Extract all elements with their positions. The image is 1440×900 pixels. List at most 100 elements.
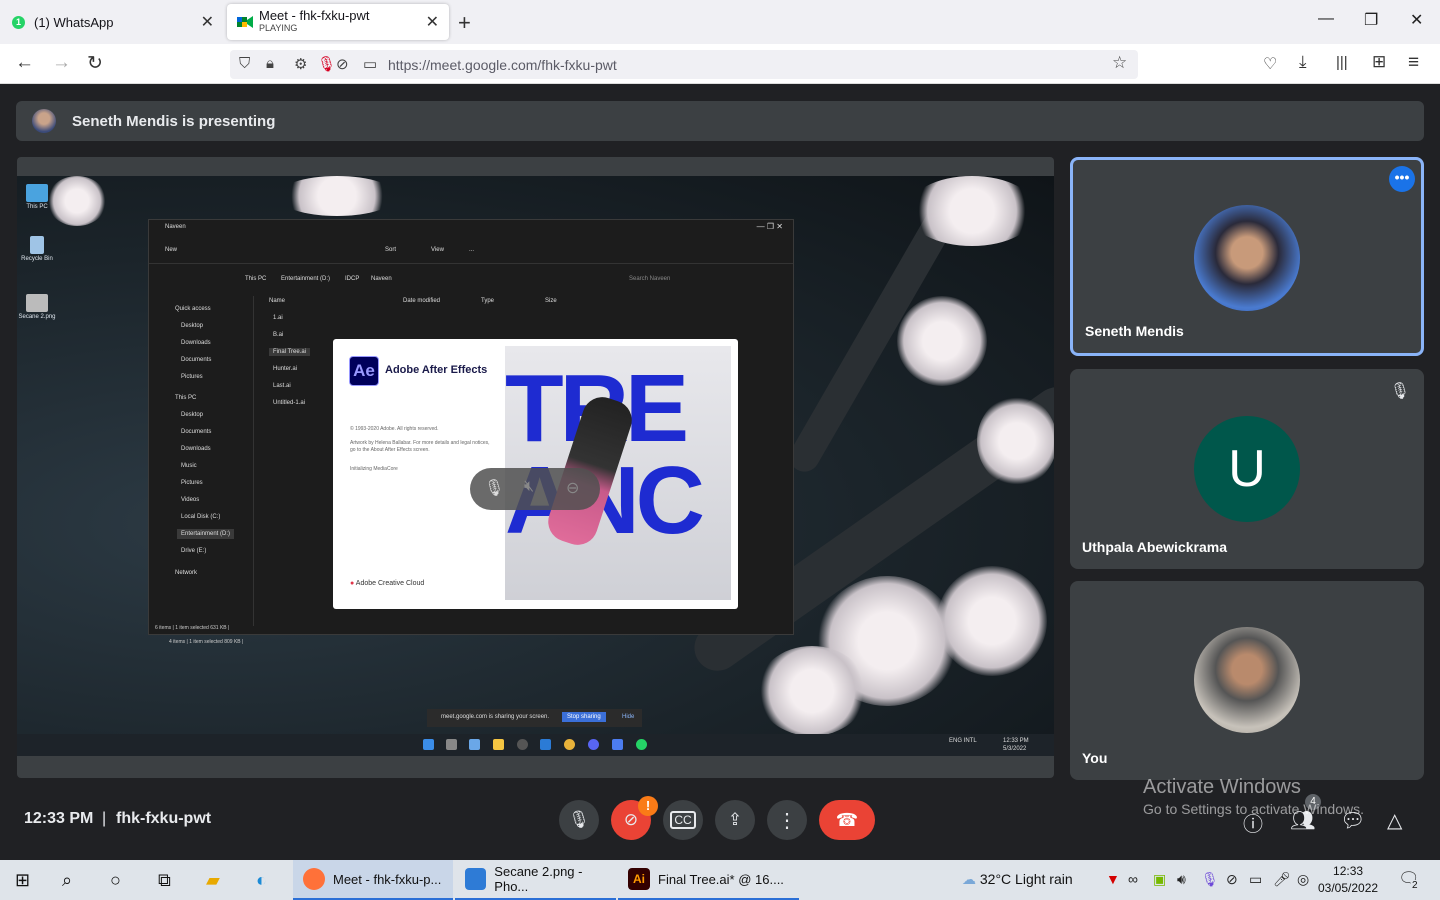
volume-icon[interactable]: 🔊︎: [1177, 871, 1186, 888]
participant-tile-seneth[interactable]: ••• Seneth Mendis: [1070, 157, 1424, 356]
library-icon[interactable]: |||: [1336, 54, 1348, 71]
notification-count: 2: [1410, 880, 1420, 891]
avatar: [32, 109, 56, 133]
sidebar-item: Drive (E:): [181, 548, 207, 554]
taskbar-app-illustrator[interactable]: Ai Final Tree.ai* @ 16....: [618, 860, 799, 900]
explorer-status: 6 items | 1 item selected 631 KB |: [155, 625, 230, 631]
explorer-title: Naveen: [165, 224, 186, 230]
media-icon: [517, 739, 528, 750]
participant-tile-uthpala[interactable]: U 🎙︎ Uthpala Abewickrama: [1070, 369, 1424, 569]
separator: |: [102, 810, 107, 827]
activation-title: Activate Windows: [1143, 776, 1301, 798]
sidebar-item: This PC: [175, 395, 197, 401]
sidebar-item: Desktop: [181, 412, 204, 418]
presentation-stage[interactable]: This PC Recycle Bin Secane 2.png Naveen …: [17, 157, 1054, 778]
bookmark-star-icon[interactable]: ☆: [1112, 53, 1127, 73]
desktop-icon-this-pc[interactable]: This PC: [17, 184, 57, 210]
new-button: New: [165, 247, 178, 253]
desktop-icon-label: This PC: [26, 204, 48, 210]
presenter-overlay-controls: 🎙︎ 🔇︎ ⊖: [470, 468, 600, 510]
back-icon[interactable]: ←: [15, 52, 34, 74]
tab-meet[interactable]: Meet - fhk-fxku-pwt PLAYING ✕: [227, 4, 449, 40]
clock-time: 12:33: [1333, 864, 1364, 878]
present-icon: ⇪: [727, 810, 743, 829]
call-end-icon: ☎: [835, 809, 859, 830]
sort-button: Sort: [385, 247, 397, 253]
display-icon[interactable]: ▭: [1249, 871, 1262, 888]
close-tab-icon[interactable]: ✕: [201, 12, 214, 32]
whatsapp-icon: 1: [12, 15, 25, 29]
search-icon[interactable]: ⌕: [62, 870, 72, 891]
navigation-bar: ← → ↻ ⛉ 🔒︎ ⚙ 🎙︎ ⊘ ▭ https://meet.google.…: [0, 44, 1440, 84]
nvidia-icon[interactable]: ▣: [1153, 871, 1166, 888]
camera-tray-icon[interactable]: ◎: [1297, 871, 1309, 888]
sidebar-item: Network: [175, 570, 198, 576]
sidebar-item: Local Disk (C:): [181, 514, 221, 520]
shield-icon[interactable]: ⛉: [239, 55, 250, 72]
address-bar[interactable]: ⛉ 🔒︎ ⚙ 🎙︎ ⊘ ▭ https://meet.google.com/fh…: [230, 50, 1138, 79]
start-icon[interactable]: ⊞: [15, 870, 30, 891]
minimize-icon[interactable]: —: [1318, 10, 1334, 28]
captions-button[interactable]: CC: [663, 800, 703, 840]
taskbar-clock[interactable]: 12:33 03/05/2022: [1318, 863, 1378, 897]
task-view-icon[interactable]: ⧉: [158, 870, 171, 891]
close-window-icon[interactable]: ✕: [1410, 10, 1423, 30]
sidebar-item: Quick access: [175, 306, 211, 312]
remove-icon: ⊖: [566, 480, 580, 497]
leave-call-button[interactable]: ☎: [819, 800, 875, 840]
close-tab-icon[interactable]: ✕: [426, 12, 439, 32]
mic-tray-icon[interactable]: 🎙︎: [1201, 871, 1219, 888]
url-text[interactable]: https://meet.google.com/fhk-fxku-pwt: [388, 57, 617, 73]
microphone-tray-icon[interactable]: 🎤︎: [1273, 871, 1291, 888]
taskbar-app-photos[interactable]: Secane 2.png - Pho...: [455, 860, 616, 900]
blossom: [907, 176, 1037, 246]
download-icon[interactable]: ⤓: [1299, 52, 1307, 72]
rain-icon: ☁: [962, 871, 976, 887]
sidebar-item: Documents: [181, 429, 212, 435]
microphone-button[interactable]: 🎙︎: [559, 800, 599, 840]
explorer-window-controls: — ❐ ✕: [756, 222, 783, 231]
maximize-icon[interactable]: ❐: [1364, 10, 1378, 30]
sidebar-item: Desktop: [181, 323, 204, 329]
volume-off-icon: 🔇︎: [524, 478, 535, 495]
cortana-icon[interactable]: ○: [110, 870, 121, 891]
desktop-icon-recycle-bin[interactable]: Recycle Bin: [17, 236, 57, 262]
sidebar-item: Pictures: [181, 374, 203, 380]
extension-icon[interactable]: ⊞: [1372, 52, 1386, 72]
file-row: Last.ai: [273, 383, 291, 389]
edge-icon[interactable]: ◐: [256, 870, 267, 891]
stop-sharing-button: Stop sharing: [562, 712, 606, 722]
taskbar-app-firefox[interactable]: Meet - fhk-fxku-p...: [293, 860, 453, 900]
present-now-button[interactable]: ⇪: [715, 800, 755, 840]
permissions-icon[interactable]: ⚙: [294, 55, 307, 73]
activation-subtitle: Go to Settings to activate Windows.: [1143, 801, 1364, 817]
more-options-button[interactable]: ⋮: [767, 800, 807, 840]
file-explorer-icon[interactable]: ▰: [206, 870, 220, 891]
new-tab-button[interactable]: +: [458, 10, 471, 36]
forward-icon[interactable]: →: [52, 52, 71, 74]
illustrator-icon: Ai: [628, 868, 650, 890]
sidebar-item: Downloads: [181, 340, 211, 346]
autoplay-blocked-icon[interactable]: ⊘: [336, 55, 349, 73]
participant-tile-you[interactable]: You: [1070, 581, 1424, 780]
antivirus-icon[interactable]: ▼: [1106, 871, 1120, 887]
menu-icon[interactable]: ≡: [1408, 52, 1419, 74]
lock-icon[interactable]: 🔒︎: [266, 55, 274, 72]
activities-icon[interactable]: △: [1387, 808, 1402, 833]
microphone-icon[interactable]: 🎙︎: [317, 55, 336, 73]
tab-whatsapp[interactable]: 1 (1) WhatsApp ✕: [0, 0, 224, 44]
network-off-icon[interactable]: ⊘: [1226, 871, 1238, 888]
reload-icon[interactable]: ↻: [87, 52, 103, 75]
link-icon[interactable]: ∞: [1128, 871, 1138, 887]
desktop-icon-secane[interactable]: Secane 2.png: [17, 294, 57, 320]
more-options-icon[interactable]: •••: [1389, 166, 1415, 192]
view-button: View: [431, 247, 444, 253]
explorer-toolbar: New Sort View ...: [149, 238, 793, 264]
page-info-icon[interactable]: ▭: [363, 55, 377, 73]
weather-widget[interactable]: ☁ 32°C Light rain: [962, 871, 1073, 888]
pocket-icon[interactable]: ♡: [1263, 54, 1277, 74]
taskbar-app-label: Secane 2.png - Pho...: [494, 864, 583, 894]
participant-name: You: [1082, 750, 1108, 766]
tab-title: Meet - fhk-fxku-pwt: [259, 8, 370, 23]
artwork-credit: Artwork by Helena Ballabar. For more det…: [350, 440, 490, 453]
